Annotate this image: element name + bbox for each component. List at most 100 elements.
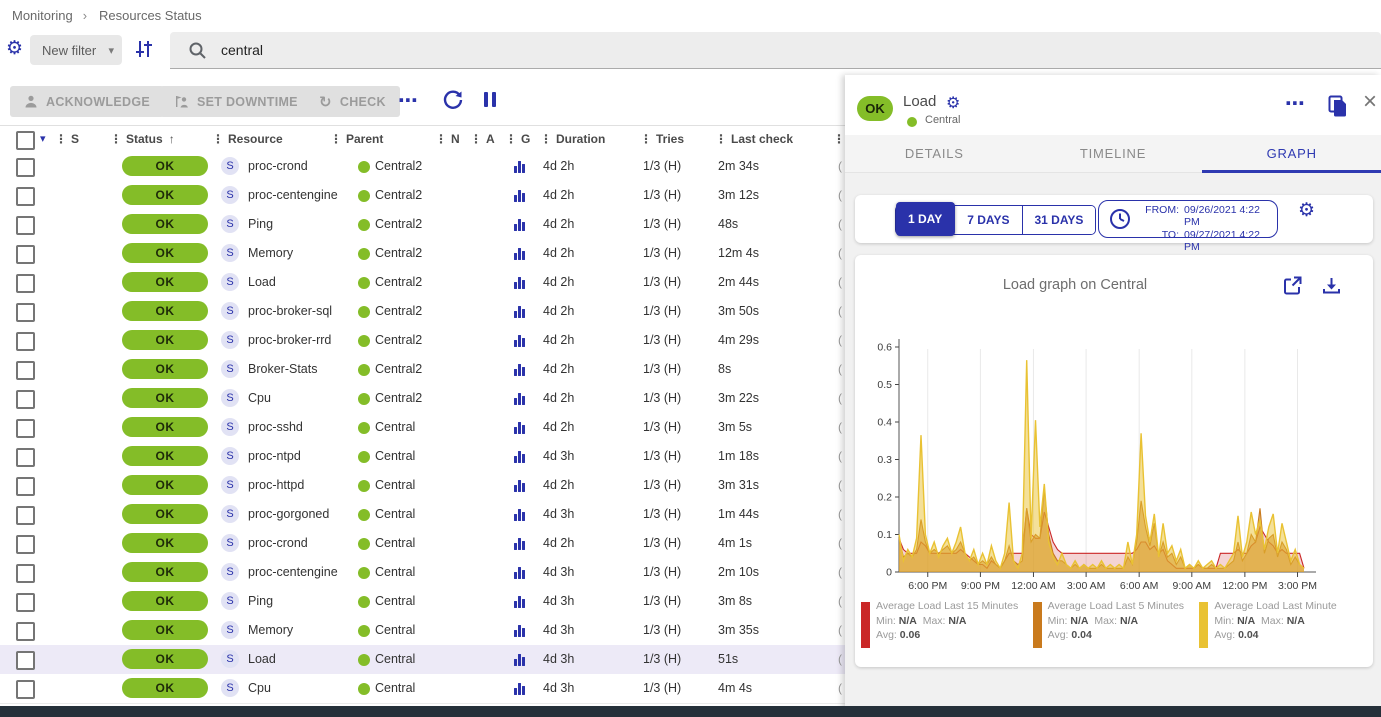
row-checkbox[interactable]	[16, 680, 35, 699]
filters-gear-icon[interactable]: ⚙	[6, 39, 23, 58]
more-actions-button[interactable]: ⋯	[398, 88, 419, 113]
column-header-last-check[interactable]: ⋮Last check	[715, 132, 793, 146]
table-row[interactable]: OKSproc-crondCentral4d 2h1/3 (H)4m 1s(	[0, 529, 845, 559]
range-button-31-days[interactable]: 31 DAYS	[1023, 206, 1096, 234]
parent-name[interactable]: Central2	[375, 333, 422, 347]
row-checkbox[interactable]	[16, 361, 35, 380]
tune-filter-icon[interactable]	[134, 39, 154, 59]
column-header-parent[interactable]: ⋮Parent	[330, 132, 383, 146]
copy-link-icon[interactable]	[1328, 95, 1348, 117]
resource-name[interactable]: Load	[248, 652, 276, 666]
parent-name[interactable]: Central	[375, 565, 415, 579]
row-checkbox[interactable]	[16, 245, 35, 264]
graph-bars-icon[interactable]	[514, 392, 528, 405]
row-checkbox[interactable]	[16, 564, 35, 583]
column-header-resource[interactable]: ⋮Resource	[212, 132, 283, 146]
graph-bars-icon[interactable]	[514, 363, 528, 376]
graph-bars-icon[interactable]	[514, 160, 528, 173]
table-row[interactable]: OKSproc-broker-sqlCentral24d 2h1/3 (H)3m…	[0, 297, 845, 327]
column-header-n[interactable]: ⋮N	[435, 132, 460, 146]
graph-bars-icon[interactable]	[514, 566, 528, 579]
table-row[interactable]: OKSCpuCentral24d 2h1/3 (H)3m 22s(	[0, 384, 845, 414]
parent-name[interactable]: Central2	[375, 246, 422, 260]
table-row[interactable]: OKSLoadCentral4d 3h1/3 (H)51s(	[0, 645, 845, 675]
row-checkbox[interactable]	[16, 332, 35, 351]
breadcrumb-item[interactable]: Monitoring	[12, 8, 73, 23]
parent-name[interactable]: Central	[375, 681, 415, 695]
column-drag-icon[interactable]: ⋮	[470, 132, 482, 146]
graph-bars-icon[interactable]	[514, 537, 528, 550]
table-row[interactable]: OKSPingCentral24d 2h1/3 (H)48s(	[0, 210, 845, 240]
graph-bars-icon[interactable]	[514, 305, 528, 318]
legend-item[interactable]: Average Load Last 5 MinutesMin: N/A Max:…	[1033, 600, 1192, 648]
resource-name[interactable]: proc-broker-sql	[248, 304, 332, 318]
row-checkbox[interactable]	[16, 593, 35, 612]
row-checkbox[interactable]	[16, 535, 35, 554]
row-checkbox[interactable]	[16, 216, 35, 235]
parent-name[interactable]: Central	[375, 420, 415, 434]
row-checkbox[interactable]	[16, 448, 35, 467]
resource-name[interactable]: proc-centengine	[248, 565, 338, 579]
resource-name[interactable]: proc-crond	[248, 159, 308, 173]
row-checkbox[interactable]	[16, 274, 35, 293]
resource-name[interactable]: Ping	[248, 594, 273, 608]
table-row[interactable]: OKSBroker-StatsCentral24d 2h1/3 (H)8s(	[0, 355, 845, 385]
column-drag-icon[interactable]: ⋮	[435, 132, 447, 146]
graph-bars-icon[interactable]	[514, 189, 528, 202]
parent-name[interactable]: Central	[375, 507, 415, 521]
legend-item[interactable]: Average Load Last 15 MinutesMin: N/A Max…	[861, 600, 1025, 648]
set-downtime-button[interactable]: SET DOWNTIME	[160, 86, 312, 117]
graph-bars-icon[interactable]	[514, 421, 528, 434]
table-row[interactable]: OKSproc-crondCentral24d 2h1/3 (H)2m 34s(	[0, 152, 845, 182]
legend-item[interactable]: Average Load Last MinuteMin: N/A Max: N/…	[1199, 600, 1358, 648]
resource-name[interactable]: proc-sshd	[248, 420, 303, 434]
custom-time-range[interactable]: FROM: 09/26/2021 4:22 PM TO: 09/27/2021 …	[1098, 200, 1278, 238]
parent-name[interactable]: Central2	[375, 275, 422, 289]
range-button-1-day[interactable]: 1 DAY	[896, 202, 955, 236]
select-all-checkbox[interactable]	[16, 131, 35, 150]
row-checkbox[interactable]	[16, 187, 35, 206]
column-drag-icon[interactable]: ⋮	[640, 132, 652, 146]
row-checkbox[interactable]	[16, 651, 35, 670]
parent-name[interactable]: Central	[375, 449, 415, 463]
tab-graph[interactable]: GRAPH	[1202, 135, 1381, 172]
parent-name[interactable]: Central	[375, 536, 415, 550]
row-checkbox[interactable]	[16, 622, 35, 641]
parent-name[interactable]: Central	[375, 478, 415, 492]
download-icon[interactable]	[1322, 276, 1341, 295]
select-all-caret-icon[interactable]: ▾	[40, 132, 46, 145]
resource-name[interactable]: proc-ntpd	[248, 449, 301, 463]
parent-name[interactable]: Central2	[375, 304, 422, 318]
table-row[interactable]: OKSproc-centengineCentral24d 2h1/3 (H)3m…	[0, 181, 845, 211]
pause-icon[interactable]	[482, 92, 498, 110]
graph-bars-icon[interactable]	[514, 653, 528, 666]
table-row[interactable]: OKSproc-ntpdCentral4d 3h1/3 (H)1m 18s(	[0, 442, 845, 472]
parent-name[interactable]: Central2	[375, 362, 422, 376]
row-checkbox[interactable]	[16, 158, 35, 177]
graph-bars-icon[interactable]	[514, 595, 528, 608]
refresh-icon[interactable]	[442, 89, 464, 111]
row-checkbox[interactable]	[16, 390, 35, 409]
resource-name[interactable]: proc-gorgoned	[248, 507, 329, 521]
open-in-new-icon[interactable]	[1283, 276, 1302, 295]
check-button[interactable]: ↻ CHECK	[305, 86, 400, 117]
row-checkbox[interactable]	[16, 506, 35, 525]
tab-details[interactable]: DETAILS	[845, 135, 1024, 172]
column-drag-icon[interactable]: ⋮	[55, 132, 67, 146]
graph-bars-icon[interactable]	[514, 450, 528, 463]
column-drag-icon[interactable]: ⋮	[212, 132, 224, 146]
range-button-7-days[interactable]: 7 DAYS	[955, 206, 1022, 234]
resource-name[interactable]: proc-crond	[248, 536, 308, 550]
resource-name[interactable]: Memory	[248, 623, 293, 637]
resource-name[interactable]: Load	[248, 275, 276, 289]
column-header-g[interactable]: ⋮G	[505, 132, 530, 146]
resource-name[interactable]: proc-broker-rrd	[248, 333, 331, 347]
column-header-duration[interactable]: ⋮Duration	[540, 132, 605, 146]
table-row[interactable]: OKSMemoryCentral24d 2h1/3 (H)12m 4s(	[0, 239, 845, 269]
column-header-s[interactable]: ⋮S	[55, 132, 79, 146]
row-checkbox[interactable]	[16, 477, 35, 496]
resource-name[interactable]: Ping	[248, 217, 273, 231]
resource-name[interactable]: proc-httpd	[248, 478, 304, 492]
parent-name[interactable]: Central2	[375, 188, 422, 202]
graph-bars-icon[interactable]	[514, 508, 528, 521]
